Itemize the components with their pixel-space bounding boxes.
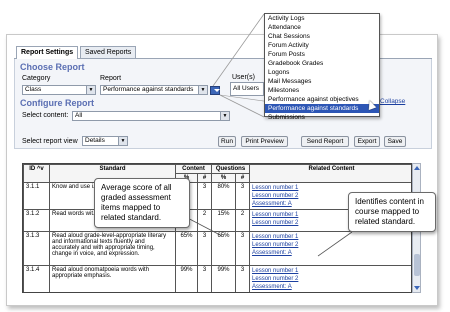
menu-item-logons[interactable]: Logons — [265, 68, 379, 77]
menu-item-attendance[interactable]: Attendance — [265, 23, 379, 32]
report-dropdown-menu: Activity Logs Attendance Chat Sessions F… — [264, 13, 380, 121]
menu-item-milestones[interactable]: Milestones — [265, 86, 379, 95]
average-score-callout: Average score of all graded assessment i… — [94, 178, 190, 228]
menu-item-gradebook-grades[interactable]: Gradebook Grades — [265, 59, 379, 68]
menu-item-activity-logs[interactable]: Activity Logs — [265, 14, 379, 23]
menu-item-performance-standards[interactable]: Performance against standards — [265, 104, 379, 113]
menu-item-chat-sessions[interactable]: Chat Sessions — [265, 32, 379, 41]
menu-item-submissions[interactable]: Submissions — [265, 113, 379, 122]
callout-leaders — [179, 213, 353, 257]
menu-item-performance-objectives[interactable]: Performance against objectives — [265, 95, 379, 104]
related-content-callout: Identifies content in course mapped to r… — [348, 192, 436, 232]
menu-item-forum-activity[interactable]: Forum Activity — [265, 41, 379, 50]
menu-item-mail-messages[interactable]: Mail Messages — [265, 77, 379, 86]
menu-item-forum-posts[interactable]: Forum Posts — [265, 50, 379, 59]
